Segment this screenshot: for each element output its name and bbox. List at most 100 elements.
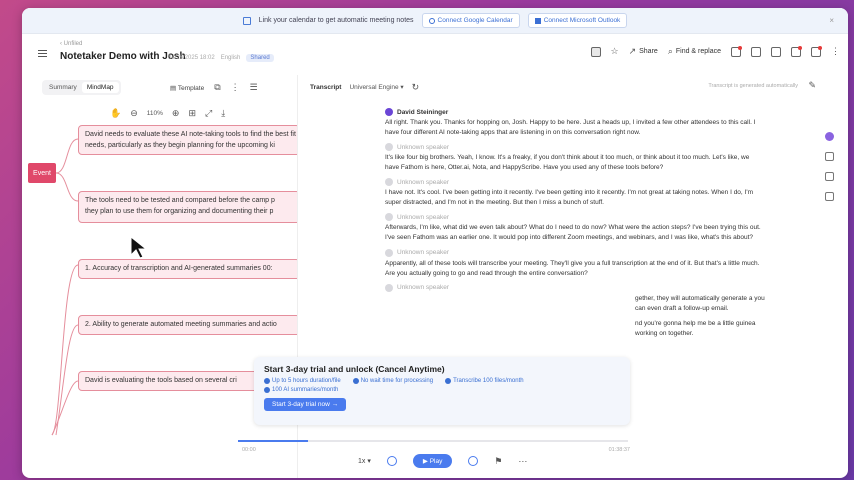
banner-message: Link your calendar to get automatic meet… — [258, 17, 414, 24]
speaker-label[interactable]: Unknown speaker — [385, 178, 765, 187]
play-button[interactable]: ▶ Play — [412, 454, 453, 468]
mindmap-node[interactable]: 2. Ability to generate automated meeting… — [78, 315, 297, 335]
more-options-icon[interactable]: ⋮ — [831, 46, 840, 57]
mindmap-node[interactable]: The tools need to be tested and compared… — [78, 191, 297, 223]
mouse-cursor-icon — [130, 236, 148, 259]
transcript-text: It's like four big brothers. Yeah, I kno… — [385, 154, 750, 172]
mindmap-node-line: 1. Accuracy of transcription and AI-gene… — [85, 265, 273, 272]
find-replace-label: Find & replace — [675, 48, 721, 55]
promo-title: Start 3-day trial and unlock (Cancel Any… — [264, 364, 445, 374]
transcript-text: gether, they will automatically generate… — [635, 294, 765, 312]
breadcrumb[interactable]: ‹ Unfiled — [60, 41, 82, 47]
export-icon[interactable] — [731, 45, 742, 57]
play-label: Play — [429, 458, 443, 465]
mindmap-node[interactable]: David needs to evaluate these AI note-ta… — [78, 125, 298, 155]
mindmap-node[interactable]: 1. Accuracy of transcription and AI-gene… — [78, 259, 297, 279]
speaker-name: Unknown speaker — [397, 213, 450, 221]
avatar — [385, 143, 393, 152]
speaker-label[interactable]: Unknown speaker — [385, 248, 765, 257]
promo-feature-text: 100 AI summaries/month — [272, 387, 339, 393]
transcript-entry[interactable]: nd you're gonna help me be a little guin… — [385, 319, 765, 339]
mindmap-node-line: needs, particularly as they begin planni… — [85, 141, 275, 149]
ai-assistant-icon[interactable] — [825, 132, 834, 141]
document-language[interactable]: English — [221, 55, 241, 61]
speaker-name: Unknown speaker — [397, 249, 450, 256]
share-button[interactable]: ↗ Share — [629, 46, 658, 57]
transcript-entry[interactable]: Unknown speaker Afterwards, I'm like, wh… — [385, 213, 765, 243]
transcript-entry[interactable]: Unknown speaker Apparently, all of these… — [385, 248, 765, 279]
playback-progress[interactable] — [238, 440, 628, 442]
transcript-text: Afterwards, I'm like, what did we even t… — [385, 224, 761, 242]
speaker-label[interactable]: Unknown speaker — [385, 213, 765, 222]
comment-icon[interactable] — [825, 172, 834, 181]
speaker-label[interactable]: David Steininger — [385, 108, 765, 116]
speaker-label[interactable]: Unknown speaker — [385, 143, 765, 152]
microsoft-icon — [534, 17, 541, 24]
trial-promo-card: Start 3-day trial and unlock (Cancel Any… — [254, 357, 630, 425]
transcript-entry[interactable]: David Steininger All right. Thank you. T… — [385, 108, 765, 138]
rewind-icon[interactable] — [386, 456, 397, 466]
share-label: Share — [639, 48, 658, 55]
folder-icon[interactable] — [771, 46, 781, 57]
right-rail — [825, 132, 834, 201]
connect-google-button[interactable]: Connect Google Calendar — [421, 13, 520, 28]
engine-label: Universal Engine — [349, 84, 399, 91]
menu-icon[interactable] — [38, 50, 47, 57]
close-icon[interactable]: × — [829, 16, 834, 25]
settings-icon[interactable]: ⋯ — [518, 456, 527, 467]
header-toolbar: ☆ ↗ Share ⌕ Find & replace ⋮ — [590, 45, 840, 57]
speaker-name: Unknown speaker — [397, 143, 450, 151]
engine-selector[interactable]: Universal Engine ▾ — [349, 83, 403, 91]
avatar — [385, 108, 393, 116]
layout-icon[interactable] — [590, 46, 601, 57]
transcript-entry[interactable]: Unknown speaker I have not. It's cool. I… — [385, 178, 765, 208]
start-trial-button[interactable]: Start 3-day trial now → — [264, 398, 347, 411]
time-end: 01:38:37 — [608, 447, 630, 453]
transcript-text: Apparently, all of these tools will tran… — [385, 259, 760, 277]
transcript-title: Transcript — [310, 83, 342, 91]
shared-badge[interactable]: Shared — [246, 54, 274, 62]
avatar — [385, 283, 393, 292]
mindmap-node-line: David needs to evaluate these AI note-ta… — [85, 131, 298, 138]
mindmap-node-line: 2. Ability to generate automated meeting… — [85, 321, 277, 328]
avatar — [385, 213, 393, 222]
translate-icon[interactable] — [811, 45, 822, 57]
image-icon[interactable] — [751, 46, 761, 57]
check-icon — [264, 378, 270, 384]
transcript-text: All right. Thank you. Thanks for hopping… — [385, 119, 756, 137]
avatar — [385, 178, 393, 187]
history-icon[interactable] — [825, 192, 834, 201]
speed-label: 1x — [358, 458, 366, 465]
check-icon — [445, 378, 452, 384]
connect-microsoft-label: Connect Microsoft Outlook — [543, 17, 621, 24]
start-trial-label: Start 3-day trial now — [272, 401, 330, 408]
avatar — [385, 248, 393, 257]
connect-microsoft-button[interactable]: Connect Microsoft Outlook — [527, 13, 628, 28]
promo-feature-text: Up to 5 hours duration/file — [272, 378, 341, 384]
edit-icon[interactable]: ✎ — [808, 80, 816, 91]
star-icon[interactable]: ☆ — [611, 46, 619, 57]
page-title[interactable]: Notetaker Demo with Josh — [60, 51, 186, 62]
calendar-icon — [242, 16, 251, 25]
progress-fill — [238, 440, 309, 442]
speaker-name: Unknown speaker — [397, 178, 450, 186]
speed-selector[interactable]: 1x ▾ — [358, 457, 371, 465]
transcript-text: I have not. It's cool. I've been getting… — [385, 189, 753, 207]
speaker-label[interactable]: Unknown speaker — [385, 283, 765, 292]
transcript-entry[interactable]: Unknown speaker gether, they will automa… — [385, 283, 765, 314]
checklist-icon[interactable] — [791, 45, 802, 57]
transcript-text: nd you're gonna help me be a little guin… — [635, 319, 756, 337]
flag-icon[interactable]: ⚑ — [494, 456, 502, 467]
mindmap-root-node[interactable]: Event — [28, 163, 56, 183]
promo-feature-text: Transcribe 100 files/month — [453, 378, 524, 384]
transcript-entry[interactable]: Unknown speaker It's like four big broth… — [385, 143, 765, 173]
bookmark-icon[interactable] — [825, 152, 834, 161]
promo-feature: Up to 5 hours duration/file — [264, 378, 341, 384]
find-replace-button[interactable]: ⌕ Find & replace — [668, 46, 721, 57]
mindmap-node-line: they plan to use them for organizing and… — [85, 207, 274, 215]
forward-icon[interactable] — [468, 456, 479, 466]
mindmap-node-line: The tools need to be tested and compared… — [85, 197, 275, 204]
refresh-icon[interactable]: ↻ — [412, 82, 420, 93]
speaker-name: Unknown speaker — [397, 284, 450, 292]
audio-player: 00:00 01:38:37 1x ▾ ▶ Play ⚑ ⋯ — [222, 434, 642, 474]
